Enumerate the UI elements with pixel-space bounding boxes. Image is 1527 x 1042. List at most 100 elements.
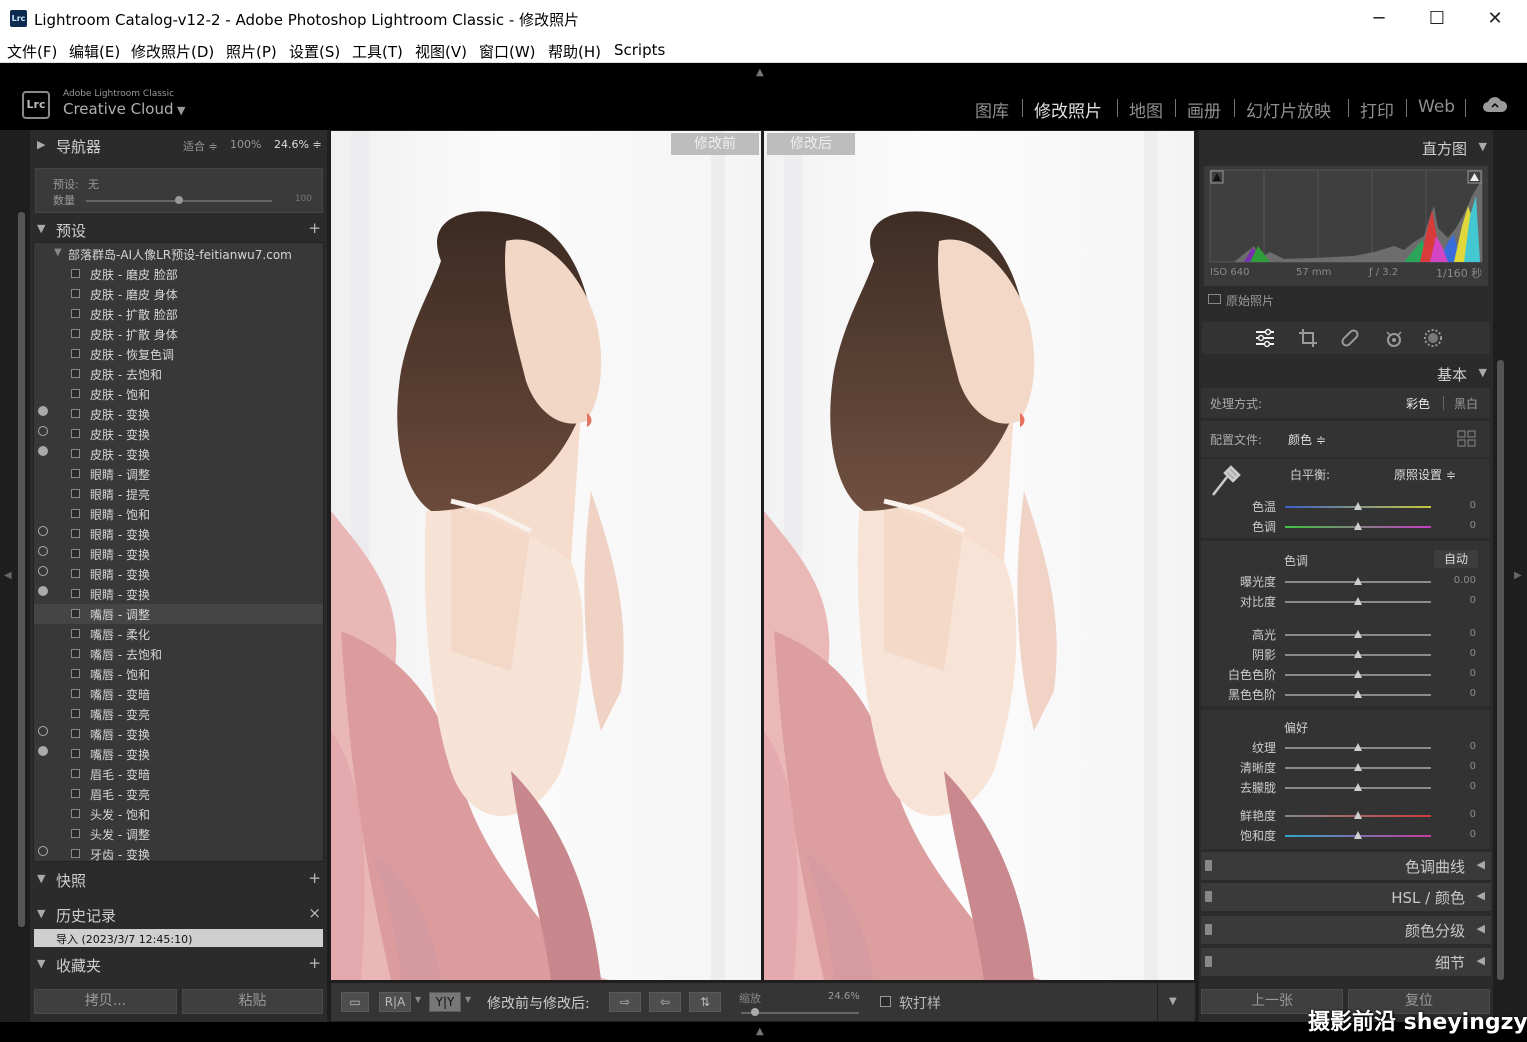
slider-thumb[interactable] bbox=[1354, 670, 1362, 678]
preset-item[interactable]: 皮肤 - 饱和 bbox=[34, 384, 323, 404]
preset-item[interactable]: 眉毛 - 变暗 bbox=[34, 764, 323, 784]
slider-thumb[interactable] bbox=[1354, 502, 1362, 510]
panel-toggle-icon[interactable] bbox=[1205, 891, 1212, 902]
slider-value[interactable]: 0 bbox=[1436, 809, 1476, 820]
preset-item[interactable]: 牙齿 - 变换 bbox=[34, 844, 323, 861]
treatment-color[interactable]: 彩色 bbox=[1406, 395, 1430, 412]
detail-panel[interactable]: 细节 ◀ bbox=[1201, 948, 1491, 976]
menu-view[interactable]: 视图(V) bbox=[415, 41, 467, 62]
collapse-icon[interactable]: ▼ bbox=[1479, 140, 1487, 153]
collapse-left-icon[interactable]: ◀ bbox=[4, 570, 12, 581]
history-header[interactable]: ▼ 历史记录 × bbox=[30, 901, 327, 929]
slider-value[interactable]: 0 bbox=[1436, 688, 1476, 699]
crop-icon[interactable] bbox=[1298, 328, 1318, 348]
preset-item[interactable]: 皮肤 - 变换 bbox=[34, 404, 323, 424]
preset-item[interactable]: 皮肤 - 变换 bbox=[34, 424, 323, 444]
group-expand-icon[interactable]: ▼ bbox=[54, 247, 62, 258]
identity-plate[interactable]: Creative Cloud bbox=[63, 100, 174, 118]
panel-toggle-icon[interactable] bbox=[1205, 860, 1212, 871]
preset-item[interactable]: 头发 - 调整 bbox=[34, 824, 323, 844]
menu-photo[interactable]: 照片(P) bbox=[226, 41, 277, 62]
copy-button[interactable]: 拷贝... bbox=[34, 989, 177, 1014]
swap-before-after-button[interactable]: ⇅ bbox=[689, 992, 721, 1012]
masking-icon[interactable] bbox=[1423, 328, 1443, 348]
slider-value[interactable]: 0.00 bbox=[1436, 575, 1476, 586]
presets-header[interactable]: ▼ 预设 + bbox=[30, 216, 327, 244]
preset-item[interactable]: 嘴唇 - 柔化 bbox=[34, 624, 323, 644]
preset-item[interactable]: 嘴唇 - 饱和 bbox=[34, 664, 323, 684]
collapse-top-icon[interactable]: ▲ bbox=[756, 67, 764, 78]
zoom-100[interactable]: 100% bbox=[230, 138, 261, 151]
history-item[interactable]: 导入 (2023/3/7 12:45:10) bbox=[34, 929, 323, 947]
slider-value[interactable]: 0 bbox=[1436, 595, 1476, 606]
slider-thumb[interactable] bbox=[1354, 811, 1362, 819]
slider-thumb[interactable] bbox=[1354, 783, 1362, 791]
preset-item[interactable]: 眼睛 - 饱和 bbox=[34, 504, 323, 524]
preset-item[interactable]: 皮肤 - 变换 bbox=[34, 444, 323, 464]
loupe-view-button[interactable]: ▭ bbox=[341, 992, 369, 1012]
preset-item[interactable]: 眼睛 - 提亮 bbox=[34, 484, 323, 504]
red-eye-icon[interactable] bbox=[1383, 328, 1405, 348]
eyedropper-icon[interactable] bbox=[1209, 463, 1241, 499]
zoom-current[interactable]: 24.6% ≑ bbox=[274, 138, 322, 151]
slider-thumb[interactable] bbox=[1354, 577, 1362, 585]
paste-button[interactable]: 粘贴 bbox=[182, 989, 323, 1014]
collections-header[interactable]: ▼ 收藏夹 + bbox=[30, 951, 327, 979]
preset-item[interactable]: 眼睛 - 变换 bbox=[34, 544, 323, 564]
module-web[interactable]: Web bbox=[1418, 97, 1455, 117]
menu-help[interactable]: 帮助(H) bbox=[548, 41, 601, 62]
view-dropdown-icon[interactable]: ▼ bbox=[465, 995, 471, 1004]
slider-value[interactable]: 0 bbox=[1436, 741, 1476, 752]
color-grading-panel[interactable]: 颜色分级 ◀ bbox=[1201, 916, 1491, 944]
slider-thumb[interactable] bbox=[1354, 831, 1362, 839]
zoom-slider-thumb[interactable] bbox=[751, 1008, 760, 1016]
module-map[interactable]: 地图 bbox=[1129, 97, 1163, 122]
compare-left-right-button[interactable]: R|A bbox=[379, 992, 411, 1012]
module-slideshow[interactable]: 幻灯片放映 bbox=[1246, 97, 1331, 122]
slider-value[interactable]: 0 bbox=[1436, 781, 1476, 792]
identity-caret-icon[interactable]: ▼ bbox=[177, 104, 185, 117]
collapse-right-icon[interactable]: ▶ bbox=[1514, 570, 1522, 581]
slider-value[interactable]: 0 bbox=[1436, 648, 1476, 659]
preset-item[interactable]: 皮肤 - 恢复色调 bbox=[34, 344, 323, 364]
menu-tools[interactable]: 工具(T) bbox=[352, 41, 403, 62]
histogram[interactable]: ISO 640 57 mm ƒ / 3.2 1/160 秒 bbox=[1204, 166, 1488, 286]
expand-filmstrip-icon[interactable]: ▲ bbox=[756, 1026, 764, 1037]
snapshots-header[interactable]: ▼ 快照 + bbox=[30, 866, 327, 894]
before-after-view-button[interactable]: Y|Y bbox=[429, 992, 461, 1012]
preset-item[interactable]: 头发 - 饱和 bbox=[34, 804, 323, 824]
slider-thumb[interactable] bbox=[1354, 763, 1362, 771]
right-scrollbar[interactable] bbox=[1497, 360, 1504, 980]
clear-history-button[interactable]: × bbox=[308, 904, 321, 922]
slider-thumb[interactable] bbox=[1354, 630, 1362, 638]
navigator-header[interactable]: ▶ 导航器 适合 ≑ 100% 24.6% ≑ bbox=[30, 132, 327, 160]
module-library[interactable]: 图库 bbox=[975, 97, 1009, 122]
add-collection-button[interactable]: + bbox=[308, 954, 321, 972]
menu-file[interactable]: 文件(F) bbox=[7, 41, 57, 62]
menu-window[interactable]: 窗口(W) bbox=[479, 41, 536, 62]
navigator-preview[interactable]: 预设: 无 数量 100 bbox=[35, 168, 323, 213]
soft-proof-checkbox[interactable] bbox=[880, 996, 891, 1007]
auto-tone-button[interactable]: 自动 bbox=[1434, 550, 1478, 568]
preset-item[interactable]: 皮肤 - 扩散 身体 bbox=[34, 324, 323, 344]
preset-item[interactable]: 眼睛 - 变换 bbox=[34, 584, 323, 604]
menu-develop[interactable]: 修改照片(D) bbox=[131, 41, 214, 62]
slider-value[interactable]: 0 bbox=[1436, 520, 1476, 531]
module-develop[interactable]: 修改照片 bbox=[1034, 97, 1102, 122]
slider-value[interactable]: 0 bbox=[1436, 829, 1476, 840]
maximize-button[interactable]: ☐ bbox=[1408, 0, 1466, 38]
panel-toggle-icon[interactable] bbox=[1205, 924, 1212, 935]
histogram-header[interactable]: 直方图 ▼ bbox=[1199, 134, 1493, 162]
profile-dropdown[interactable]: 颜色 ≑ bbox=[1288, 431, 1326, 448]
preset-item[interactable]: 嘴唇 - 去饱和 bbox=[34, 644, 323, 664]
slider-value[interactable]: 0 bbox=[1436, 668, 1476, 679]
menu-edit[interactable]: 编辑(E) bbox=[69, 41, 120, 62]
preset-item[interactable]: 皮肤 - 去饱和 bbox=[34, 364, 323, 384]
view-dropdown-icon[interactable]: ▼ bbox=[415, 995, 421, 1004]
after-photo[interactable]: 修改后 bbox=[764, 131, 1194, 980]
menu-scripts[interactable]: Scripts bbox=[614, 41, 665, 59]
wb-dropdown[interactable]: 原照设置 ≑ bbox=[1394, 466, 1456, 483]
amount-thumb[interactable] bbox=[175, 196, 183, 204]
edit-sliders-icon[interactable] bbox=[1254, 328, 1276, 348]
hsl-panel[interactable]: HSL / 颜色 ◀ bbox=[1201, 883, 1491, 911]
